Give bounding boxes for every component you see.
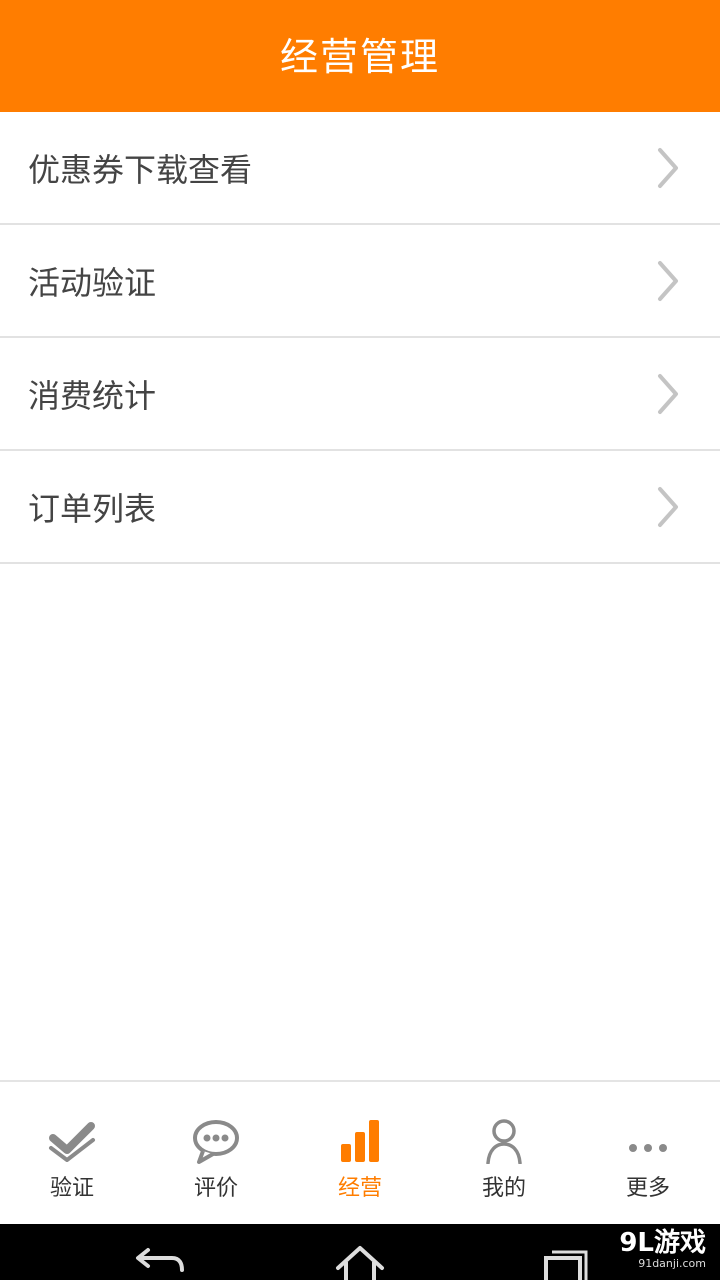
watermark-url: 91danji.com <box>638 1257 706 1270</box>
back-icon[interactable] <box>128 1244 188 1280</box>
system-navigation-bar: 9L游戏 91danji.com <box>0 1224 720 1280</box>
title-bar: 经营管理 <box>0 0 720 112</box>
bar-chart-icon <box>341 1120 379 1162</box>
tab-label: 验证 <box>49 1176 94 1201</box>
watermark-logo: 9L游戏 91danji.com <box>619 1228 706 1270</box>
bottom-tab-bar: 验证 评价 经营 我的 更多 <box>0 1080 720 1226</box>
menu-item-consumption-stats[interactable]: 消费统计 <box>0 338 720 451</box>
tab-review[interactable]: 评价 <box>144 1082 288 1226</box>
menu-item-label: 活动验证 <box>28 263 157 302</box>
menu-item-label: 优惠券下载查看 <box>28 150 253 189</box>
chevron-right-icon <box>658 486 678 527</box>
tab-more[interactable]: 更多 <box>576 1082 720 1226</box>
tab-label: 更多 <box>625 1176 670 1201</box>
chevron-right-icon <box>658 260 678 301</box>
tab-mine[interactable]: 我的 <box>432 1082 576 1226</box>
home-icon[interactable] <box>330 1244 390 1280</box>
verify-icon <box>49 1122 95 1162</box>
menu-item-activity-verify[interactable]: 活动验证 <box>0 225 720 338</box>
menu-item-order-list[interactable]: 订单列表 <box>0 451 720 564</box>
app-screen: 经营管理 优惠券下载查看 活动验证 消费统计 订单列表 验证 评价 经营 我的 … <box>0 0 720 1280</box>
page-title: 经营管理 <box>279 34 440 79</box>
tab-label: 经营 <box>337 1176 382 1201</box>
menu-list: 优惠券下载查看 活动验证 消费统计 订单列表 <box>0 112 720 564</box>
recent-apps-icon[interactable] <box>532 1244 592 1280</box>
user-icon <box>486 1119 522 1164</box>
tab-label: 我的 <box>481 1176 526 1201</box>
menu-item-label: 订单列表 <box>28 489 157 528</box>
chat-bubble-icon <box>193 1120 239 1164</box>
chevron-right-icon <box>658 147 678 188</box>
tab-verify[interactable]: 验证 <box>0 1082 144 1226</box>
menu-item-coupon-download[interactable]: 优惠券下载查看 <box>0 112 720 225</box>
tab-label: 评价 <box>193 1176 238 1201</box>
watermark-title: 9L游戏 <box>619 1228 706 1258</box>
menu-item-label: 消费统计 <box>28 376 157 415</box>
more-dots-icon <box>629 1144 667 1152</box>
chevron-right-icon <box>658 373 678 414</box>
tab-business[interactable]: 经营 <box>288 1082 432 1226</box>
